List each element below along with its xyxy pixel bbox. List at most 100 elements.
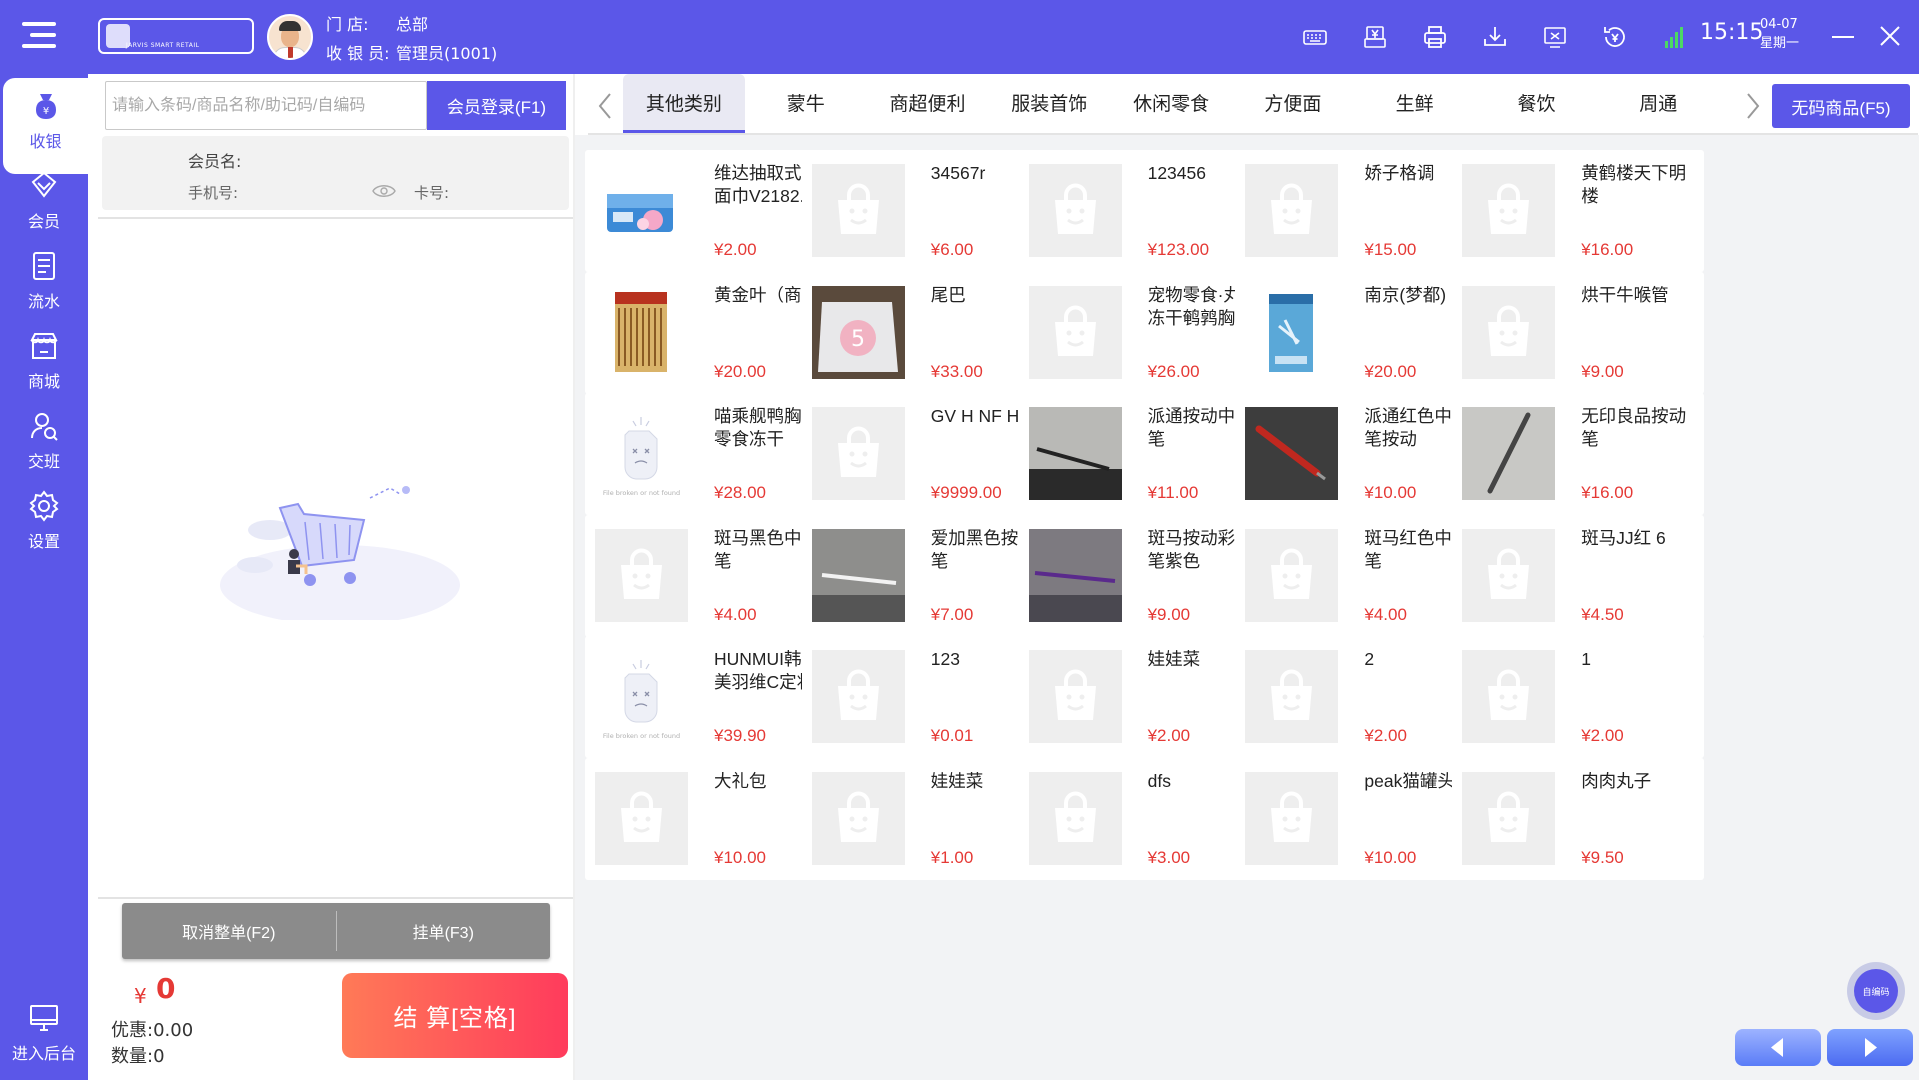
cash-drawer-icon[interactable] bbox=[1345, 20, 1405, 54]
product-card[interactable]: 黄金叶（商鼎) ¥20.00 bbox=[585, 271, 837, 394]
monitor-icon bbox=[30, 1005, 58, 1031]
nav-item-backend[interactable]: 进入后台 bbox=[0, 990, 88, 1086]
checkout-button[interactable]: 结 算[空格] bbox=[342, 973, 568, 1058]
tab-category[interactable]: 餐饮 bbox=[1476, 74, 1598, 134]
nav-label: 设置 bbox=[27, 532, 60, 551]
tab-category[interactable]: 生鲜 bbox=[1354, 74, 1476, 134]
diamond-icon bbox=[31, 171, 57, 198]
product-card[interactable]: 123 ¥0.01 bbox=[801, 636, 1054, 759]
product-card[interactable]: 黄鹤楼天下明楼 ¥16.00 bbox=[1452, 150, 1705, 272]
product-card[interactable]: File broken or not found 喵乘舰鸭胸肉零食冻干 ¥28.00 bbox=[585, 393, 837, 516]
screen-icon[interactable] bbox=[1525, 20, 1585, 54]
product-card[interactable]: 34567r ¥6.00 bbox=[801, 150, 1054, 272]
product-price: ¥11.00 bbox=[1147, 483, 1199, 503]
printer-icon[interactable] bbox=[1405, 20, 1465, 54]
product-card[interactable]: 斑马JJ红 6 ¥4.50 bbox=[1452, 514, 1705, 637]
self-code-button[interactable]: 自编码 bbox=[1847, 962, 1905, 1020]
toolbar-icons bbox=[1285, 20, 1705, 54]
product-price: ¥10.00 bbox=[1364, 483, 1417, 503]
product-card[interactable]: 5 尾巴 ¥33.00 bbox=[801, 271, 1054, 394]
product-price: ¥26.00 bbox=[1147, 361, 1200, 381]
product-price: ¥20.00 bbox=[1364, 361, 1417, 381]
tab-category[interactable]: 商超便利 bbox=[867, 74, 989, 134]
tab-category[interactable]: 方便面 bbox=[1232, 74, 1354, 134]
product-card[interactable]: 斑马黑色中性笔 ¥4.00 bbox=[585, 514, 837, 637]
sync-icon[interactable] bbox=[1585, 20, 1645, 54]
product-image bbox=[1245, 285, 1339, 379]
product-card[interactable]: dfs ¥3.00 bbox=[1018, 758, 1271, 880]
download-icon[interactable] bbox=[1465, 20, 1525, 54]
tab-category[interactable]: 休闲零食 bbox=[1110, 74, 1232, 134]
nav-label: 流水 bbox=[27, 292, 60, 311]
product-price: ¥39.90 bbox=[714, 726, 766, 746]
product-card[interactable]: 南京(梦都) ¥20.00 bbox=[1235, 271, 1488, 394]
cancel-order-button[interactable]: 取消整单(F2) bbox=[122, 903, 336, 959]
product-price: ¥16.00 bbox=[1581, 483, 1634, 503]
product-card[interactable]: 斑马红色中性笔 ¥4.00 bbox=[1235, 514, 1488, 637]
tab-category[interactable]: 其他类别 bbox=[623, 74, 745, 134]
product-image bbox=[811, 650, 905, 744]
search-input[interactable] bbox=[105, 81, 427, 130]
tab-category[interactable]: 蒙牛 bbox=[745, 74, 867, 134]
product-price: ¥7.00 bbox=[930, 604, 974, 624]
menu-icon[interactable] bbox=[22, 22, 56, 52]
signal-icon bbox=[1645, 20, 1705, 54]
product-price: ¥33.00 bbox=[930, 361, 983, 381]
category-prev-icon[interactable] bbox=[590, 86, 620, 126]
nav-label: 交班 bbox=[27, 452, 60, 471]
product-card[interactable]: 无印良品按动笔 ¥16.00 bbox=[1452, 393, 1705, 516]
product-card[interactable]: 娃娃菜 ¥1.00 bbox=[801, 758, 1054, 880]
product-image bbox=[1245, 164, 1339, 257]
product-card[interactable]: 派通按动中性笔 ¥11.00 bbox=[1018, 393, 1271, 516]
self-code-label: 自编码 bbox=[1854, 969, 1898, 1013]
product-card[interactable]: 维达抽取式纸面巾V2182... ¥2.00 bbox=[585, 150, 837, 272]
empty-cart-illustration bbox=[220, 486, 460, 620]
product-image: 5 bbox=[811, 285, 905, 379]
store-value: 总部 bbox=[396, 15, 429, 34]
category-next-icon[interactable] bbox=[1738, 86, 1768, 126]
product-card[interactable]: 1 ¥2.00 bbox=[1452, 636, 1705, 759]
avatar[interactable] bbox=[267, 14, 313, 60]
product-card[interactable]: 爱加黑色按动笔 ¥7.00 bbox=[801, 514, 1054, 637]
product-image bbox=[1028, 650, 1122, 744]
close-icon[interactable] bbox=[1878, 24, 1902, 48]
product-image bbox=[1462, 164, 1556, 257]
svg-text:File broken or not found: File broken or not found bbox=[603, 489, 680, 497]
phone-label: 手机号: bbox=[188, 184, 239, 202]
product-card[interactable]: GV H NF HF ¥9999.00 bbox=[801, 393, 1054, 516]
product-image bbox=[1462, 285, 1556, 379]
product-card[interactable]: File broken or not found HUNMUI韩伦美羽维C定妆..… bbox=[585, 636, 837, 759]
list-icon bbox=[33, 252, 55, 280]
product-card[interactable]: 烘干牛喉管 ¥9.00 bbox=[1452, 271, 1705, 394]
page-prev-button[interactable] bbox=[1735, 1029, 1821, 1066]
product-card[interactable]: 娃娃菜 ¥2.00 bbox=[1018, 636, 1271, 759]
product-price: ¥9999.00 bbox=[930, 483, 1002, 503]
no-barcode-product-button[interactable]: 无码商品(F5) bbox=[1772, 84, 1910, 128]
product-card[interactable]: 派通红色中性笔按动 ¥10.00 bbox=[1235, 393, 1488, 516]
member-login-button[interactable]: 会员登录(F1) bbox=[427, 81, 566, 130]
tab-category[interactable]: 服装首饰 bbox=[988, 74, 1110, 134]
product-card[interactable]: 宠物零食·丸味冻干鹌鹑胸... ¥26.00 bbox=[1018, 271, 1271, 394]
product-image bbox=[811, 772, 905, 865]
product-card[interactable]: 斑马按动彩色笔紫色 ¥9.00 bbox=[1018, 514, 1271, 637]
minimize-icon[interactable] bbox=[1832, 36, 1854, 38]
product-image: File broken or not found bbox=[595, 650, 688, 744]
product-card[interactable]: 123456 ¥123.00 bbox=[1018, 150, 1271, 272]
product-image bbox=[811, 528, 905, 622]
product-card[interactable]: 大礼包 ¥10.00 bbox=[585, 758, 837, 880]
product-card[interactable]: 肉肉丸子 ¥9.50 bbox=[1452, 758, 1705, 880]
product-card[interactable]: 娇子格调 ¥15.00 bbox=[1235, 150, 1488, 272]
hold-order-button[interactable]: 挂单(F3) bbox=[337, 903, 551, 959]
product-card[interactable]: 2 ¥2.00 bbox=[1235, 636, 1488, 759]
eye-icon[interactable] bbox=[372, 184, 396, 198]
product-price: ¥4.00 bbox=[714, 604, 757, 624]
nav-item-settings[interactable]: 设置 bbox=[0, 478, 88, 574]
arrow-right-icon bbox=[1865, 1038, 1877, 1057]
keyboard-icon[interactable] bbox=[1285, 20, 1345, 54]
gear-icon bbox=[29, 490, 59, 522]
tab-category[interactable]: 周通 bbox=[1597, 74, 1719, 134]
product-price: ¥2.00 bbox=[1147, 726, 1191, 746]
date-value: 04-07 bbox=[1760, 17, 1798, 32]
product-card[interactable]: peak猫罐头 ¥10.00 bbox=[1235, 758, 1488, 880]
page-next-button[interactable] bbox=[1827, 1029, 1913, 1066]
